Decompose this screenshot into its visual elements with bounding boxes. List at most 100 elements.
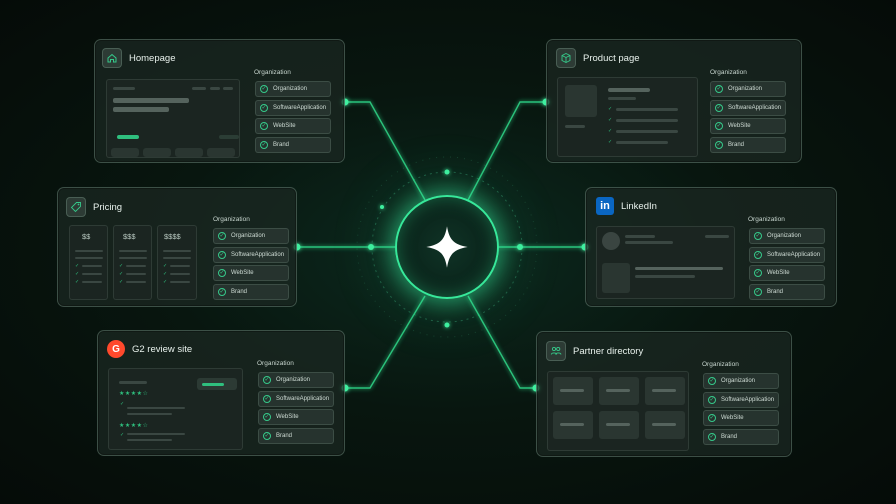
check-icon: ✓ xyxy=(260,122,268,130)
schema-item-website: ✓ WebSite xyxy=(749,265,825,281)
check-icon: ✓ xyxy=(715,85,723,93)
schema-item-brand: ✓ Brand xyxy=(703,428,779,445)
tag-icon xyxy=(66,197,86,217)
node-pricing-mid xyxy=(368,244,374,250)
schema-list: ✓ Organization ✓ SoftwareApplication ✓ WebS… xyxy=(749,228,825,300)
card-pricing: Pricing $$ ✓ ✓ ✓ $$$ ✓ ✓ ✓ $$$$ ✓ ✓ ✓ Or… xyxy=(57,187,297,307)
price-tier-2: $$$ ✓ ✓ ✓ xyxy=(113,225,152,300)
check-icon: ✓ xyxy=(708,377,716,385)
schema-item-softwareapplication: ✓ SoftwareApplication xyxy=(703,391,779,408)
check-icon: ✓ xyxy=(263,376,271,384)
card-title: Partner directory xyxy=(573,345,644,357)
check-icon: ✓ xyxy=(218,250,226,259)
central-hub xyxy=(395,195,499,299)
check-icon: ✓ xyxy=(260,140,268,149)
node-top-left xyxy=(380,205,384,209)
page-preview xyxy=(106,79,240,158)
card-product-page: Product page ✓ ✓ ✓ ✓ Organization ✓ Organ… xyxy=(546,39,802,163)
check-icon: ✓ xyxy=(263,413,271,421)
schema-item-brand: ✓ Brand xyxy=(749,283,825,300)
card-title: G2 review site xyxy=(132,343,193,355)
card-homepage: Homepage Organization ✓ Organization ✓ Sof… xyxy=(94,39,345,163)
org-heading: Organization xyxy=(710,69,747,76)
schema-item-brand: ✓ Brand xyxy=(255,136,331,153)
card-title: Homepage xyxy=(129,52,176,64)
schema-list: ✓ Organization ✓ SoftwareApplication ✓ WebS… xyxy=(255,81,331,153)
check-icon: ✓ xyxy=(754,287,762,296)
org-heading: Organization xyxy=(254,69,291,76)
wire-homepage xyxy=(345,101,426,201)
card-title: LinkedIn xyxy=(621,200,657,212)
feed-preview xyxy=(596,226,735,299)
node-linkedin-mid xyxy=(517,244,523,250)
page-preview: ✓ ✓ ✓ ✓ xyxy=(557,77,698,157)
schema-item-organization: ✓ Organization xyxy=(703,373,779,389)
org-heading: Organization xyxy=(702,361,739,368)
node-top xyxy=(444,169,450,175)
check-icon: ✓ xyxy=(218,287,226,296)
check-icon: ✓ xyxy=(715,103,723,112)
check-icon: ✓ xyxy=(263,394,271,403)
schema-item-website: ✓ WebSite xyxy=(703,410,779,426)
check-icon: ✓ xyxy=(715,140,723,149)
price-label: $$$$ xyxy=(164,232,181,241)
check-icon: ✓ xyxy=(708,432,716,441)
schema-item-organization: ✓ Organization xyxy=(749,228,825,244)
directory-preview xyxy=(547,371,689,451)
check-icon: ✓ xyxy=(754,269,762,277)
home-icon xyxy=(102,48,122,68)
node-bottom xyxy=(444,322,450,328)
check-icon: ✓ xyxy=(715,122,723,130)
check-icon: ✓ xyxy=(754,232,762,240)
schema-item-website: ✓ WebSite xyxy=(213,265,289,281)
reviews-preview: ★★★★☆ ✓ ★★★★☆ ✓ xyxy=(108,368,243,450)
card-linkedin: in LinkedIn Organization ✓ Organization ✓… xyxy=(585,187,837,307)
schema-list: ✓ Organization ✓ SoftwareApplication ✓ WebS… xyxy=(258,372,334,444)
check-icon: ✓ xyxy=(260,85,268,93)
card-g2-review-site: G G2 review site ★★★★☆ ✓ ★★★★☆ ✓ Organiz… xyxy=(97,330,345,456)
card-title: Product page xyxy=(583,52,640,64)
wire-product xyxy=(467,101,546,201)
schema-item-organization: ✓ Organization xyxy=(258,372,334,388)
price-label: $$$ xyxy=(123,232,136,241)
check-icon: ✓ xyxy=(260,103,268,112)
price-tier-1: $$ ✓ ✓ ✓ xyxy=(69,225,108,300)
card-title: Pricing xyxy=(93,201,123,213)
schema-item-softwareapplication: ✓ SoftwareApplication xyxy=(213,246,289,263)
cube-icon xyxy=(556,48,576,68)
schema-item-website: ✓ WebSite xyxy=(710,118,786,134)
g2-logo-icon: G xyxy=(107,340,125,358)
schema-item-organization: ✓ Organization xyxy=(213,228,289,244)
check-icon: ✓ xyxy=(218,269,226,277)
schema-item-website: ✓ WebSite xyxy=(255,118,331,134)
schema-item-brand: ✓ Brand xyxy=(213,283,289,300)
check-icon: ✓ xyxy=(708,395,716,404)
schema-item-softwareapplication: ✓ SoftwareApplication xyxy=(749,246,825,263)
schema-list: ✓ Organization ✓ SoftwareApplication ✓ WebS… xyxy=(710,81,786,153)
sparkle-icon xyxy=(426,226,468,268)
schema-item-brand: ✓ Brand xyxy=(258,427,334,444)
org-heading: Organization xyxy=(213,216,250,223)
check-icon: ✓ xyxy=(708,414,716,422)
schema-item-softwareapplication: ✓ SoftwareApplication xyxy=(258,390,334,407)
schema-list: ✓ Organization ✓ SoftwareApplication ✓ WebS… xyxy=(703,373,779,445)
check-icon: ✓ xyxy=(218,232,226,240)
schema-item-softwareapplication: ✓ SoftwareApplication xyxy=(710,99,786,116)
schema-item-organization: ✓ Organization xyxy=(710,81,786,97)
price-label: $$ xyxy=(82,232,91,241)
check-icon: ✓ xyxy=(263,431,271,440)
org-heading: Organization xyxy=(748,216,785,223)
wire-partner xyxy=(467,295,536,389)
schema-item-website: ✓ WebSite xyxy=(258,409,334,425)
price-tier-3: $$$$ ✓ ✓ ✓ xyxy=(157,225,197,300)
linkedin-icon: in xyxy=(596,197,614,215)
people-icon xyxy=(546,341,566,361)
schema-item-brand: ✓ Brand xyxy=(710,136,786,153)
wire-g2 xyxy=(345,295,426,389)
card-partner-directory: Partner directory Organization ✓ Organiza… xyxy=(536,331,792,457)
org-heading: Organization xyxy=(257,360,294,367)
schema-item-organization: ✓ Organization xyxy=(255,81,331,97)
schema-item-softwareapplication: ✓ SoftwareApplication xyxy=(255,99,331,116)
schema-list: ✓ Organization ✓ SoftwareApplication ✓ WebS… xyxy=(213,228,289,300)
check-icon: ✓ xyxy=(754,250,762,259)
